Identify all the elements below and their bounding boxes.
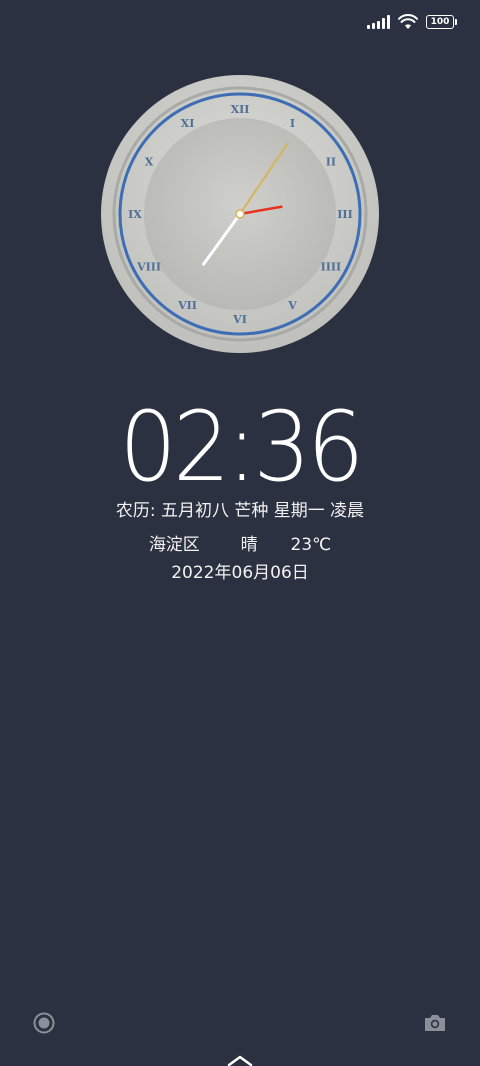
clock-numeral: III	[337, 208, 352, 221]
clock-numeral: XII	[231, 103, 250, 116]
clock-center-pin	[235, 209, 245, 219]
clock-numeral: VII	[177, 299, 197, 312]
weather-condition: 晴	[240, 535, 258, 555]
clock-numeral: IX	[128, 208, 142, 221]
full-date: 2022年06月06日	[171, 563, 309, 583]
clock-numeral: V	[287, 299, 297, 312]
weather-temperature: 23℃	[290, 535, 332, 555]
record-icon[interactable]	[31, 1010, 57, 1036]
digital-time: 02:36	[119, 391, 364, 503]
signal-icon	[367, 15, 390, 29]
analog-clock[interactable]: XIIIIIIIIIIIIVVIVIIVIIIIXXXI	[100, 74, 380, 354]
wifi-icon	[398, 14, 418, 29]
clock-numeral: IIII	[321, 261, 342, 274]
battery-level: 100	[430, 17, 450, 27]
clock-numeral: VIII	[136, 261, 161, 274]
weather-line: 海淀区 晴 23℃	[0, 530, 480, 555]
clock-numeral: II	[326, 156, 336, 169]
lock-screen: 100 XII I II III IIII V VI VII VIII IX X XI 02:36 农…	[0, 0, 480, 1066]
camera-icon[interactable]	[422, 1010, 448, 1036]
status-bar: 100	[367, 10, 457, 34]
clock-numeral: X	[145, 156, 154, 169]
clock-numeral: XI	[181, 117, 195, 130]
lunar-date: 农历: 五月初八 芒种 星期一 凌晨	[115, 501, 365, 521]
battery-icon: 100	[426, 15, 457, 29]
chevron-up-icon[interactable]	[226, 1054, 254, 1066]
weather-district: 海淀区	[148, 535, 200, 555]
clock-numeral: I	[290, 117, 295, 130]
clock-numeral: VI	[232, 313, 247, 326]
